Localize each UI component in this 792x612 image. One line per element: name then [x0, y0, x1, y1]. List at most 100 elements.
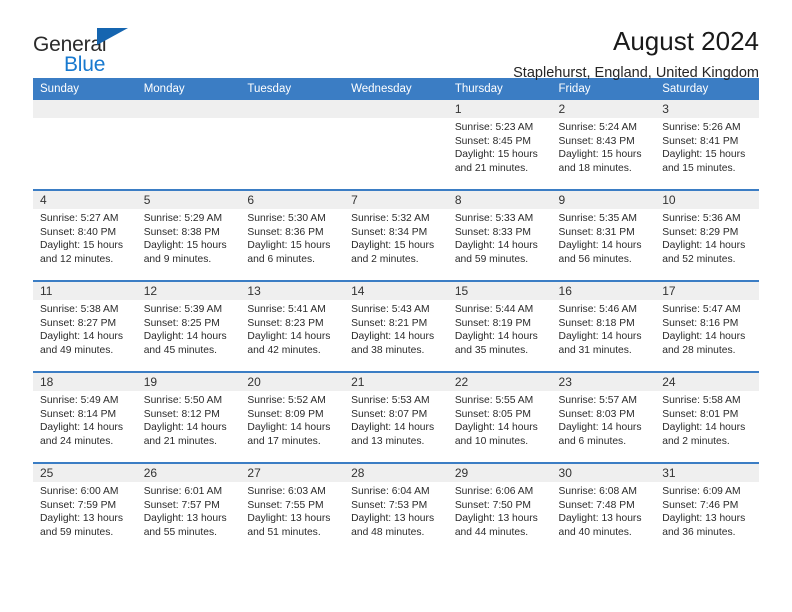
brand-logo-blue: Blue: [64, 53, 106, 76]
brand-logo[interactable]: General Blue: [33, 26, 153, 75]
day-number: 9: [551, 191, 656, 209]
calendar-day-cell[interactable]: 27 Sunrise: 6:03 AM Sunset: 7:55 PM Dayligh…: [240, 462, 345, 553]
calendar-day-cell[interactable]: 23 Sunrise: 5:57 AM Sunset: 8:03 PM Dayligh…: [551, 371, 656, 463]
sunset-text: Sunset: 8:36 PM: [247, 226, 324, 238]
calendar-day-cell[interactable]: 18 Sunrise: 5:49 AM Sunset: 8:14 PM Dayligh…: [33, 371, 137, 463]
calendar-day-cell[interactable]: 2 Sunrise: 5:24 AM Sunset: 8:43 PM Daylight…: [551, 100, 656, 190]
day-number: 13: [240, 282, 345, 300]
sunset-text: Sunset: 8:18 PM: [558, 317, 635, 329]
day-cell-inner: 13 Sunrise: 5:41 AM Sunset: 8:23 PM Dayligh…: [240, 282, 345, 371]
calendar-day-cell[interactable]: 9 Sunrise: 5:35 AM Sunset: 8:31 PM Daylight…: [551, 189, 656, 281]
sunrise-text: Sunrise: 5:55 AM: [454, 395, 534, 406]
sunrise-text: Sunrise: 5:46 AM: [558, 304, 637, 315]
calendar-week-row: 4 Sunrise: 5:27 AM Sunset: 8:40 PM Daylight…: [33, 189, 759, 281]
calendar-day-cell[interactable]: 6 Sunrise: 5:30 AM Sunset: 8:36 PM Daylight…: [240, 189, 345, 281]
day-number: 2: [551, 100, 656, 118]
calendar-day-cell[interactable]: 10 Sunrise: 5:36 AM Sunset: 8:29 PM Dayligh…: [655, 189, 759, 281]
sunset-text: Sunset: 7:57 PM: [143, 499, 220, 511]
calendar-day-cell[interactable]: 20 Sunrise: 5:52 AM Sunset: 8:09 PM Dayligh…: [240, 371, 345, 463]
day-cell-inner: 20 Sunrise: 5:52 AM Sunset: 8:09 PM Dayligh…: [240, 373, 345, 462]
calendar-day-cell[interactable]: 24 Sunrise: 5:58 AM Sunset: 8:01 PM Dayligh…: [655, 371, 759, 463]
day-sun-info: Sunrise: 6:04 AM Sunset: 7:53 PM Daylight:…: [344, 482, 448, 539]
calendar-day-cell[interactable]: 5 Sunrise: 5:29 AM Sunset: 8:38 PM Daylight…: [136, 189, 241, 281]
calendar-day-cell[interactable]: 1 Sunrise: 5:23 AM Sunset: 8:45 PM Daylight…: [447, 100, 552, 190]
daylight-text-line1: Daylight: 14 hours: [351, 422, 435, 434]
day-sun-info: Sunrise: 6:01 AM Sunset: 7:57 PM Daylight:…: [137, 482, 241, 539]
sunset-text: Sunset: 7:59 PM: [40, 499, 117, 511]
day-cell-inner: 27 Sunrise: 6:03 AM Sunset: 7:55 PM Dayligh…: [240, 464, 345, 553]
daylight-text-line2: and 18 minutes.: [558, 162, 632, 174]
calendar-day-cell[interactable]: 30 Sunrise: 6:08 AM Sunset: 7:48 PM Dayligh…: [551, 462, 656, 553]
sunset-text: Sunset: 8:40 PM: [40, 226, 117, 238]
day-number: 19: [136, 373, 241, 391]
day-sun-info: Sunrise: 5:35 AM Sunset: 8:31 PM Daylight:…: [552, 209, 656, 266]
calendar-day-cell[interactable]: 4 Sunrise: 5:27 AM Sunset: 8:40 PM Daylight…: [33, 189, 137, 281]
sunrise-text: Sunrise: 6:04 AM: [351, 486, 430, 497]
calendar-body: 1 Sunrise: 5:23 AM Sunset: 8:45 PM Daylight…: [33, 100, 759, 553]
day-number: 15: [447, 282, 552, 300]
day-cell-inner: 6 Sunrise: 5:30 AM Sunset: 8:36 PM Daylight…: [240, 191, 345, 280]
calendar-day-cell[interactable]: 28 Sunrise: 6:04 AM Sunset: 7:53 PM Dayligh…: [344, 462, 448, 553]
calendar-day-cell[interactable]: 29 Sunrise: 6:06 AM Sunset: 7:50 PM Dayligh…: [447, 462, 552, 553]
daylight-text-line1: Daylight: 14 hours: [40, 331, 123, 343]
calendar-day-cell[interactable]: 15 Sunrise: 5:44 AM Sunset: 8:19 PM Dayligh…: [447, 280, 552, 372]
calendar-day-cell[interactable]: 17 Sunrise: 5:47 AM Sunset: 8:16 PM Dayligh…: [655, 280, 759, 372]
calendar-day-cell[interactable]: 12 Sunrise: 5:39 AM Sunset: 8:25 PM Dayligh…: [136, 280, 241, 372]
daylight-text-line1: Daylight: 14 hours: [454, 240, 538, 252]
calendar-day-cell[interactable]: 22 Sunrise: 5:55 AM Sunset: 8:05 PM Dayligh…: [447, 371, 552, 463]
sunrise-text: Sunrise: 5:47 AM: [662, 304, 741, 315]
day-sun-info: Sunrise: 6:00 AM Sunset: 7:59 PM Daylight:…: [33, 482, 137, 539]
calendar-day-cell[interactable]: 19 Sunrise: 5:50 AM Sunset: 8:12 PM Dayligh…: [136, 371, 241, 463]
daylight-text-line2: and 49 minutes.: [40, 344, 114, 356]
calendar-day-cell[interactable]: 3 Sunrise: 5:26 AM Sunset: 8:41 PM Daylight…: [655, 100, 759, 190]
sunset-text: Sunset: 8:12 PM: [143, 408, 220, 420]
calendar-table: Sunday Monday Tuesday Wednesday Thursday…: [33, 78, 759, 553]
sunset-text: Sunset: 8:03 PM: [558, 408, 635, 420]
day-sun-info: Sunrise: 5:39 AM Sunset: 8:25 PM Daylight:…: [137, 300, 241, 357]
daylight-text-line1: Daylight: 14 hours: [558, 331, 642, 343]
sunset-text: Sunset: 8:19 PM: [454, 317, 531, 329]
daylight-text-line1: Daylight: 14 hours: [454, 331, 538, 343]
calendar-day-cell[interactable]: 31 Sunrise: 6:09 AM Sunset: 7:46 PM Dayligh…: [655, 462, 759, 553]
daylight-text-line1: Daylight: 13 hours: [454, 513, 538, 525]
sunset-text: Sunset: 8:43 PM: [558, 135, 635, 147]
daylight-text-line2: and 6 minutes.: [558, 435, 627, 447]
day-cell-inner: 17 Sunrise: 5:47 AM Sunset: 8:16 PM Dayligh…: [655, 282, 759, 371]
sunrise-text: Sunrise: 5:38 AM: [40, 304, 119, 315]
sunrise-text: Sunrise: 5:58 AM: [662, 395, 741, 406]
daylight-text-line2: and 40 minutes.: [558, 526, 632, 538]
sunset-text: Sunset: 8:29 PM: [662, 226, 739, 238]
daylight-text-line2: and 15 minutes.: [662, 162, 736, 174]
daylight-text-line2: and 38 minutes.: [351, 344, 425, 356]
day-number: 14: [344, 282, 448, 300]
daylight-text-line1: Daylight: 13 hours: [662, 513, 746, 525]
calendar-day-cell[interactable]: 13 Sunrise: 5:41 AM Sunset: 8:23 PM Dayligh…: [240, 280, 345, 372]
daylight-text-line2: and 59 minutes.: [40, 526, 114, 538]
daylight-text-line1: Daylight: 14 hours: [351, 331, 435, 343]
day-sun-info: Sunrise: 5:38 AM Sunset: 8:27 PM Daylight:…: [33, 300, 137, 357]
daylight-text-line1: Daylight: 13 hours: [351, 513, 435, 525]
sunrise-text: Sunrise: 5:32 AM: [351, 213, 430, 224]
day-cell-inner: 31 Sunrise: 6:09 AM Sunset: 7:46 PM Dayligh…: [655, 464, 759, 553]
calendar-day-cell[interactable]: 7 Sunrise: 5:32 AM Sunset: 8:34 PM Daylight…: [344, 189, 448, 281]
daylight-text-line1: Daylight: 14 hours: [143, 331, 227, 343]
calendar-day-cell[interactable]: 11 Sunrise: 5:38 AM Sunset: 8:27 PM Dayligh…: [33, 280, 137, 372]
daylight-text-line2: and 55 minutes.: [143, 526, 217, 538]
calendar-week-row: 1 Sunrise: 5:23 AM Sunset: 8:45 PM Daylight…: [33, 100, 759, 190]
day-cell-inner: 29 Sunrise: 6:06 AM Sunset: 7:50 PM Dayligh…: [447, 464, 552, 553]
calendar-day-cell[interactable]: 25 Sunrise: 6:00 AM Sunset: 7:59 PM Dayligh…: [33, 462, 137, 553]
calendar-day-cell[interactable]: 14 Sunrise: 5:43 AM Sunset: 8:21 PM Dayligh…: [344, 280, 448, 372]
calendar-day-cell[interactable]: 8 Sunrise: 5:33 AM Sunset: 8:33 PM Daylight…: [447, 189, 552, 281]
day-sun-info: Sunrise: 5:50 AM Sunset: 8:12 PM Daylight:…: [137, 391, 241, 448]
day-sun-info: Sunrise: 5:57 AM Sunset: 8:03 PM Daylight:…: [552, 391, 656, 448]
sunset-text: Sunset: 8:31 PM: [558, 226, 635, 238]
day-number: 11: [33, 282, 137, 300]
calendar-day-cell[interactable]: 21 Sunrise: 5:53 AM Sunset: 8:07 PM Dayligh…: [344, 371, 448, 463]
calendar-day-cell: [136, 100, 241, 190]
day-cell-inner: 10 Sunrise: 5:36 AM Sunset: 8:29 PM Dayligh…: [655, 191, 759, 280]
calendar-day-cell[interactable]: 16 Sunrise: 5:46 AM Sunset: 8:18 PM Dayligh…: [551, 280, 656, 372]
daylight-text-line2: and 36 minutes.: [662, 526, 736, 538]
daylight-text-line2: and 13 minutes.: [351, 435, 425, 447]
calendar-day-cell[interactable]: 26 Sunrise: 6:01 AM Sunset: 7:57 PM Dayligh…: [136, 462, 241, 553]
calendar-week-row: 11 Sunrise: 5:38 AM Sunset: 8:27 PM Dayligh…: [33, 280, 759, 372]
